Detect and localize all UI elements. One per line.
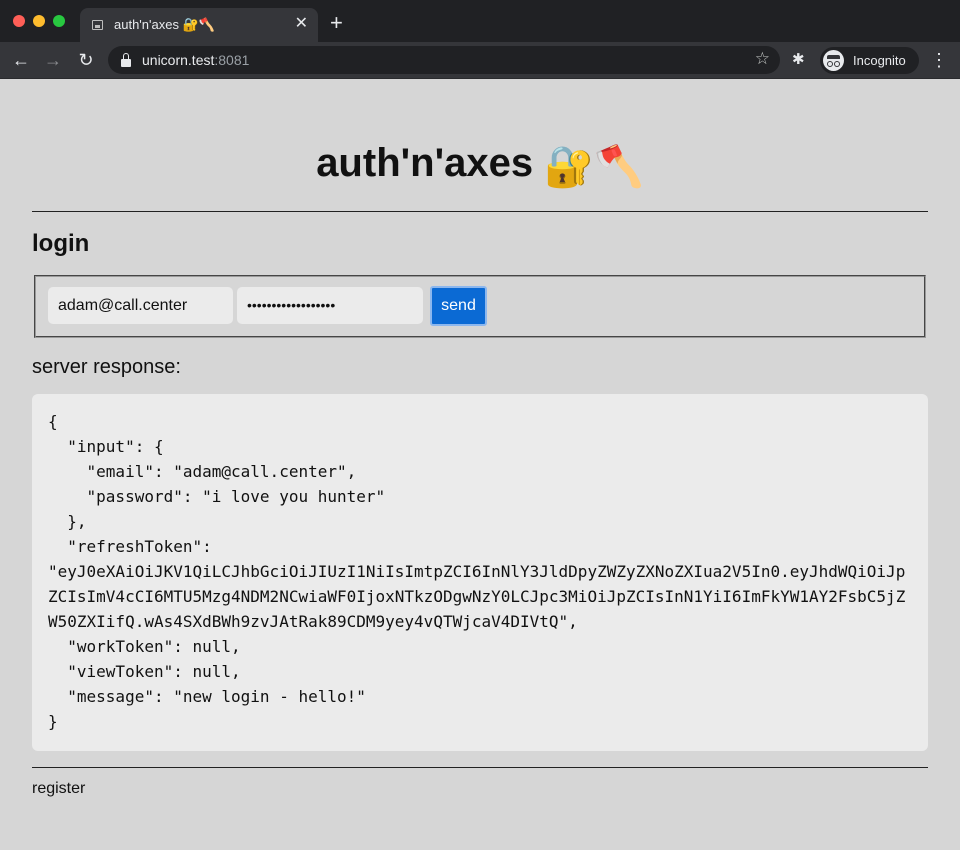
password-field[interactable]: •••••••••••••••••• (237, 287, 423, 324)
kebab-menu-icon[interactable]: ⋮ (930, 49, 948, 71)
login-form: adam@call.center •••••••••••••••••• send (34, 275, 926, 338)
back-arrow-icon[interactable]: ← (10, 49, 32, 71)
page-favicon-icon (92, 20, 103, 30)
login-heading: login (32, 230, 90, 257)
minimize-window-button[interactable] (33, 15, 45, 27)
url-port: :8081 (214, 52, 250, 68)
incognito-label: Incognito (853, 53, 906, 68)
browser-toolbar: ← → ↻ unicorn.test:8081 ☆ ✱ Incognito ⋮ (0, 42, 960, 79)
page-title: auth'n'axes 🔐🪓 (0, 140, 960, 190)
browser-titlebar: auth'n'axes 🔐🪓 ✕ + (0, 0, 960, 42)
tab-title: auth'n'axes 🔐🪓 (114, 17, 215, 32)
lock-icon[interactable] (121, 53, 131, 67)
maximize-window-button[interactable] (53, 15, 65, 27)
server-response-label: server response: (32, 356, 181, 378)
bottom-divider (32, 767, 928, 768)
address-bar[interactable]: unicorn.test:8081 ☆ (108, 46, 780, 74)
url-text: unicorn.test:8081 (142, 52, 249, 68)
new-tab-button[interactable]: + (330, 12, 343, 34)
server-response-box: { "input": { "email": "adam@call.center"… (32, 394, 928, 751)
lock-key-axe-icons: 🔐🪓 (544, 145, 644, 189)
reload-icon[interactable]: ↻ (75, 49, 97, 71)
extensions-puzzle-icon[interactable]: ✱ (792, 50, 805, 68)
tab-close-icon[interactable]: ✕ (295, 16, 308, 32)
page-title-text: auth'n'axes (316, 141, 534, 185)
forward-arrow-icon[interactable]: → (42, 49, 64, 71)
incognito-icon (823, 50, 844, 71)
page-content: auth'n'axes 🔐🪓 login adam@call.center ••… (0, 80, 960, 850)
register-link[interactable]: register (32, 780, 85, 798)
url-host: unicorn.test (142, 52, 215, 68)
browser-tab[interactable]: auth'n'axes 🔐🪓 ✕ (80, 8, 318, 42)
server-response-json: { "input": { "email": "adam@call.center"… (48, 412, 906, 731)
bookmark-star-icon[interactable]: ☆ (755, 49, 770, 69)
top-divider (32, 211, 928, 212)
incognito-profile-button[interactable]: Incognito (820, 47, 919, 74)
email-field[interactable]: adam@call.center (48, 287, 233, 324)
close-window-button[interactable] (13, 15, 25, 27)
send-button[interactable]: send (430, 286, 487, 326)
